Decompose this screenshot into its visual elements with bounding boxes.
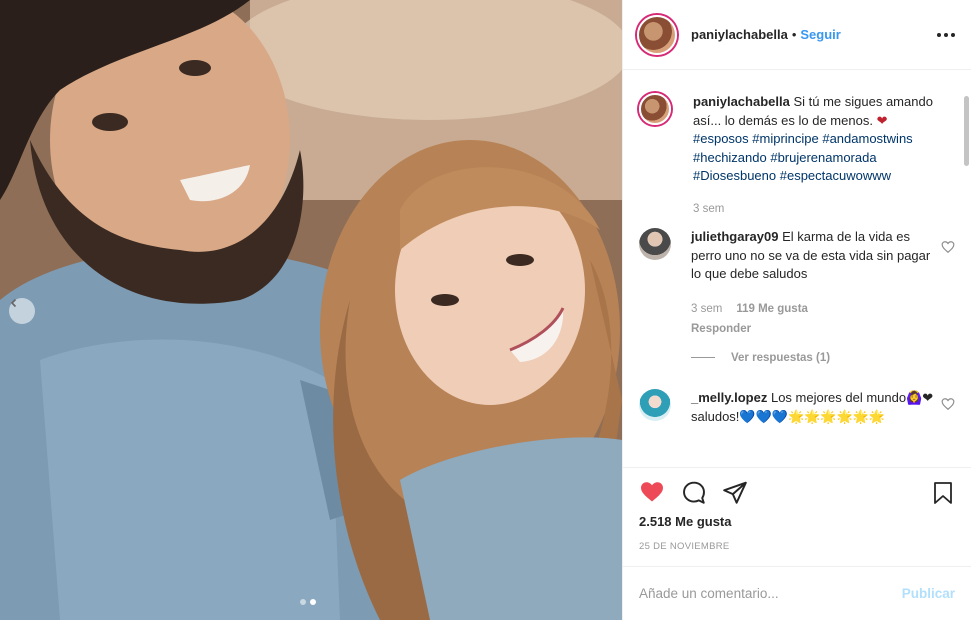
post-header: paniylachabella • Seguir xyxy=(623,0,971,70)
chevron-left-icon xyxy=(10,298,17,308)
comment-row: _melly.lopez Los mejores del mundo🙆‍♀️❤ … xyxy=(639,389,955,426)
photo-illustration xyxy=(0,0,622,620)
post-date[interactable]: 25 DE NOVIEMBRE xyxy=(639,541,730,552)
caption-username[interactable]: paniylachabella xyxy=(693,94,790,109)
carousel-dot xyxy=(300,599,306,605)
comment-input[interactable] xyxy=(639,586,902,601)
header-separator: • xyxy=(791,27,797,42)
caption-avatar[interactable] xyxy=(639,93,671,125)
more-options-icon[interactable] xyxy=(937,27,955,43)
carousel-dot-active xyxy=(310,599,316,605)
post-panel: paniylachabella • Seguir paniylachabella… xyxy=(622,0,971,620)
add-comment-bar: Publicar xyxy=(623,566,971,620)
comment-likes[interactable]: 119 Me gusta xyxy=(736,300,808,319)
view-replies-button[interactable]: Ver respuestas (1) xyxy=(691,349,935,368)
caption-heart-emoji: ❤ xyxy=(876,112,888,128)
comment-like-heart-icon[interactable] xyxy=(941,397,955,411)
carousel-prev-button[interactable] xyxy=(9,298,35,324)
comment-time[interactable]: 3 sem xyxy=(691,300,722,319)
commenter-avatar[interactable] xyxy=(639,389,671,421)
caption-hashtags[interactable]: #esposos #miprincipe #andamostwins #hech… xyxy=(693,131,913,183)
comment-row: juliethgaray09 El karma de la vida es pe… xyxy=(639,228,955,367)
action-bar xyxy=(623,467,971,517)
view-replies-line xyxy=(691,357,715,359)
likes-count[interactable]: 2.518 Me gusta xyxy=(639,514,732,529)
bookmark-icon[interactable] xyxy=(931,480,955,506)
publish-button[interactable]: Publicar xyxy=(902,586,955,601)
caption-row: paniylachabella Si tú me sigues amando a… xyxy=(639,93,955,218)
comments-scrollbar[interactable] xyxy=(964,96,969,166)
commenter-avatar[interactable] xyxy=(639,228,671,260)
reply-button[interactable]: Responder xyxy=(691,320,935,339)
carousel-dots xyxy=(300,599,316,605)
view-replies-label: Ver respuestas (1) xyxy=(731,351,831,364)
paper-plane-icon[interactable] xyxy=(721,480,749,506)
comment-icon[interactable] xyxy=(680,480,708,506)
author-avatar[interactable] xyxy=(637,14,677,55)
like-heart-icon[interactable] xyxy=(639,480,665,504)
comment-like-heart-icon[interactable] xyxy=(941,240,955,254)
author-username[interactable]: paniylachabella xyxy=(691,27,788,42)
caption-time[interactable]: 3 sem xyxy=(693,200,724,219)
comment-username[interactable]: _melly.lopez xyxy=(691,390,767,405)
post-photo[interactable] xyxy=(0,0,622,620)
follow-button[interactable]: Seguir xyxy=(800,27,840,42)
comment-username[interactable]: juliethgaray09 xyxy=(691,229,778,244)
comments-list[interactable]: paniylachabella Si tú me sigues amando a… xyxy=(623,71,971,464)
